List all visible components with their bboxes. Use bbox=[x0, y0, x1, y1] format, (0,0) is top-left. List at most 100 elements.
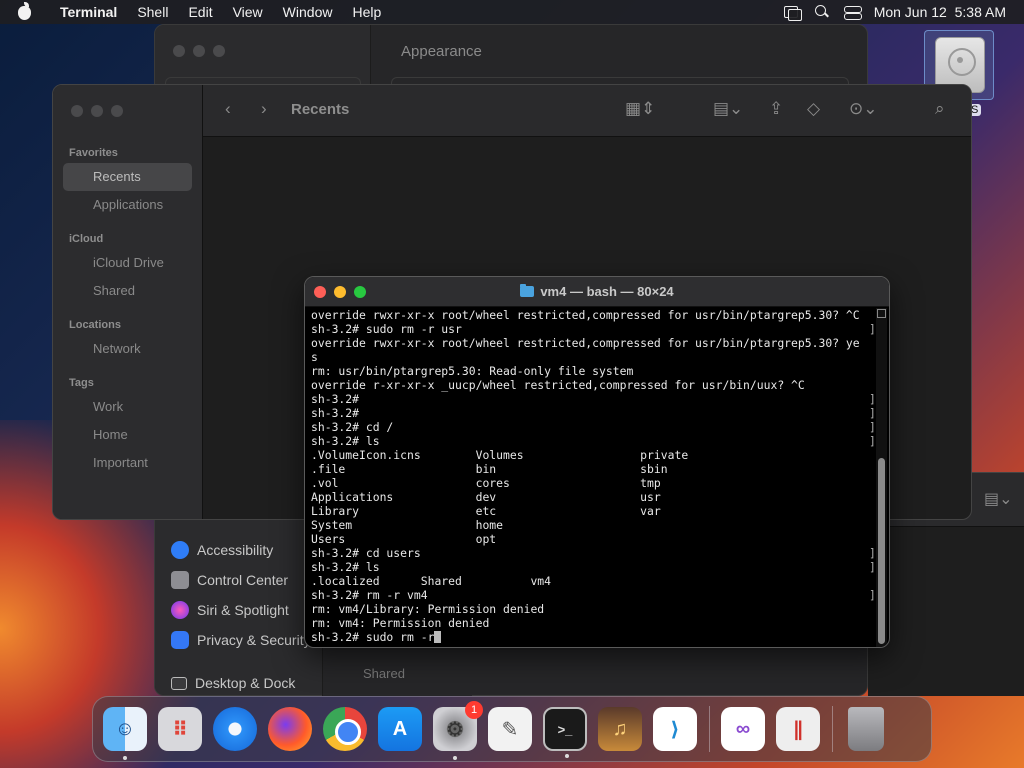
sidebar-item-applications[interactable]: Applications bbox=[63, 191, 192, 219]
menu-bar: Terminal Shell Edit View Window Help Mon… bbox=[0, 0, 1024, 24]
sidebar-item-network[interactable]: Network bbox=[63, 335, 192, 363]
dock-terminal-icon[interactable]: >_ bbox=[543, 707, 587, 758]
close-button[interactable] bbox=[173, 45, 185, 57]
terminal-line-text: sh-3.2# bbox=[311, 392, 360, 406]
terminal-line: .VolumeIcon.icns Volumes private bbox=[311, 448, 875, 462]
terminal-window: vm4 — bash — 80×24 override rwxr-xr-x ro… bbox=[304, 276, 890, 648]
menu-shell[interactable]: Shell bbox=[127, 4, 178, 20]
dock-firefox-icon[interactable] bbox=[268, 707, 312, 751]
finder-title: Recents bbox=[291, 101, 350, 118]
terminal-line-text: sh-3.2# sudo rm -r usr bbox=[311, 322, 462, 336]
dock-textedit-icon[interactable]: ✎ bbox=[488, 707, 532, 751]
close-button[interactable] bbox=[71, 105, 83, 117]
apple-menu-icon[interactable] bbox=[16, 2, 36, 21]
screen-mirroring-icon[interactable] bbox=[783, 5, 802, 21]
terminal-line: sh-3.2# ls] bbox=[311, 434, 875, 448]
dock-app-store-icon[interactable]: A bbox=[378, 707, 422, 751]
dock-garageband-icon[interactable]: ♫ bbox=[598, 707, 642, 751]
more-actions-icon[interactable]: ⊙⌄ bbox=[849, 99, 878, 119]
control-center-icon[interactable] bbox=[843, 5, 862, 20]
terminal-icon: >_ bbox=[557, 721, 573, 737]
textedit-icon: ✎ bbox=[501, 718, 519, 741]
terminal-line-text: sh-3.2# ls bbox=[311, 560, 380, 574]
sidebar-item-tag-work[interactable]: Work bbox=[63, 393, 192, 421]
minimize-button[interactable] bbox=[91, 105, 103, 117]
scrollbar-thumb[interactable] bbox=[878, 458, 885, 644]
terminal-line: Users opt bbox=[311, 532, 875, 546]
terminal-line: System home bbox=[311, 518, 875, 532]
terminal-line: override r-xr-xr-x _uucp/wheel restricte… bbox=[311, 378, 875, 392]
terminal-line-text: sh-3.2# cd users bbox=[311, 546, 421, 560]
terminal-line-text: rm: vm4/Library: Permission denied bbox=[311, 602, 545, 616]
terminal-line: rm: vm4: Permission denied bbox=[311, 616, 875, 630]
terminal-line: .localized Shared vm4 bbox=[311, 574, 875, 588]
dock-launchpad-icon[interactable]: ⠿ bbox=[158, 707, 202, 751]
terminal-prompt-line[interactable]: sh-3.2# sudo rm -r bbox=[311, 630, 875, 644]
settings-item-label: Control Center bbox=[197, 572, 289, 588]
line-mark-bracket: ] bbox=[869, 420, 875, 434]
dock-safari-icon[interactable] bbox=[213, 707, 257, 751]
terminal-line-text: .vol cores tmp bbox=[311, 476, 661, 490]
dock-trash-icon[interactable] bbox=[848, 707, 884, 751]
terminal-line-text: s bbox=[311, 350, 318, 364]
settings-item-label: Privacy & Security bbox=[197, 632, 311, 648]
line-mark-bracket: ] bbox=[869, 434, 875, 448]
minimize-button[interactable] bbox=[193, 45, 205, 57]
terminal-title: vm4 — bash — 80×24 bbox=[305, 284, 889, 299]
terminal-output[interactable]: override rwxr-xr-x root/wheel restricted… bbox=[311, 308, 875, 647]
sidebar-item-shared[interactable]: Shared bbox=[363, 666, 405, 681]
terminal-line-text: .VolumeIcon.icns Volumes private bbox=[311, 448, 689, 462]
view-grid-icon[interactable]: ▦⇕ bbox=[625, 99, 655, 119]
search-icon[interactable]: ⌕ bbox=[935, 99, 945, 119]
terminal-line-text: sh-3.2# bbox=[311, 406, 360, 420]
dock-vscode-icon[interactable]: ⟩ bbox=[653, 707, 697, 751]
finder-sidebar: Favorites Recents Applications iCloud iC… bbox=[53, 85, 203, 519]
menu-app-name[interactable]: Terminal bbox=[50, 4, 127, 20]
tag-icon[interactable]: ◇ bbox=[807, 99, 820, 119]
dock-system-settings-icon[interactable]: ⚙ 1 bbox=[433, 701, 483, 760]
menu-help[interactable]: Help bbox=[342, 4, 391, 20]
terminal-line: rm: vm4/Library: Permission denied bbox=[311, 602, 875, 616]
terminal-line: .file bin sbin bbox=[311, 462, 875, 476]
dock-finder-icon[interactable]: ☺ bbox=[103, 707, 147, 760]
sidebar-item-recents[interactable]: Recents bbox=[63, 163, 192, 191]
terminal-line-text: override rwxr-xr-x root/wheel restricted… bbox=[311, 336, 860, 350]
terminal-line: sh-3.2# cd /] bbox=[311, 420, 875, 434]
dock: ☺ ⠿ A ⚙ 1 ✎ >_ ♫ ⟩ ∞ ∥ bbox=[92, 696, 932, 762]
text-cursor bbox=[434, 631, 442, 643]
menu-clock[interactable]: Mon Jun 12 5:38 AM bbox=[874, 4, 1006, 20]
running-indicator bbox=[123, 756, 127, 760]
terminal-line-text: rm: vm4: Permission denied bbox=[311, 616, 490, 630]
terminal-line: Library etc var bbox=[311, 504, 875, 518]
back-chevron-icon[interactable]: ‹ bbox=[225, 99, 231, 119]
dock-parallels-icon[interactable]: ∥ bbox=[776, 707, 820, 751]
privacy-hand-icon bbox=[171, 631, 189, 649]
finder-toolbar: ‹ › Recents ▦⇕ ▤⌄ ⇪ ◇ ⊙⌄ ⌕ bbox=[203, 85, 971, 137]
zoom-button[interactable] bbox=[213, 45, 225, 57]
sidebar-item-icloud-drive[interactable]: iCloud Drive bbox=[63, 249, 192, 277]
terminal-prompt-text: sh-3.2# sudo rm -r bbox=[311, 630, 435, 644]
menu-view[interactable]: View bbox=[223, 4, 273, 20]
line-mark-bracket: ] bbox=[869, 392, 875, 406]
group-icon[interactable]: ▤⌄ bbox=[713, 99, 743, 119]
terminal-scrollbar[interactable] bbox=[876, 308, 887, 647]
group-icon[interactable]: ▤⌄ bbox=[984, 489, 1013, 509]
sidebar-item-tag-home[interactable]: Home bbox=[63, 421, 192, 449]
safari-icon bbox=[213, 707, 257, 751]
menu-edit[interactable]: Edit bbox=[178, 4, 222, 20]
scroll-top-button[interactable] bbox=[877, 309, 886, 318]
sidebar-item-shared[interactable]: Shared bbox=[63, 277, 192, 305]
sidebar-heading-tags: Tags bbox=[69, 377, 94, 389]
terminal-title-bar: vm4 — bash — 80×24 bbox=[305, 277, 889, 307]
dock-chrome-icon[interactable] bbox=[323, 707, 367, 751]
terminal-line: .vol cores tmp bbox=[311, 476, 875, 490]
finder-icon: ☺ bbox=[114, 717, 136, 740]
sidebar-heading-locations: Locations bbox=[69, 319, 121, 331]
zoom-button[interactable] bbox=[111, 105, 123, 117]
share-icon[interactable]: ⇪ bbox=[769, 99, 783, 119]
menu-window[interactable]: Window bbox=[273, 4, 343, 20]
sidebar-item-tag-important[interactable]: Important bbox=[63, 449, 192, 477]
dock-visual-studio-icon[interactable]: ∞ bbox=[721, 707, 765, 751]
spotlight-search-icon[interactable] bbox=[814, 5, 830, 19]
forward-chevron-icon[interactable]: › bbox=[261, 99, 267, 119]
